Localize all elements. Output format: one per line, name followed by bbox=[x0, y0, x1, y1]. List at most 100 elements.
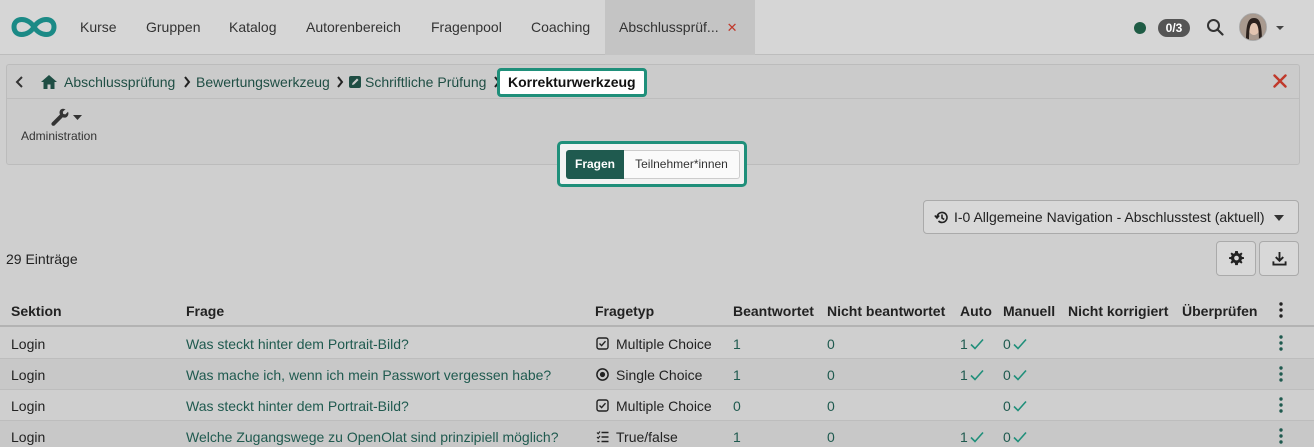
nav-item-fragenpool[interactable]: Fragenpool bbox=[431, 0, 502, 55]
cell-fragetyp: True/false bbox=[616, 429, 678, 445]
gear-icon bbox=[1229, 251, 1244, 266]
wrench-icon[interactable] bbox=[49, 107, 69, 127]
column-header-nicht-beantwortet[interactable]: Nicht beantwortet bbox=[827, 303, 945, 319]
table-row: Login Was mache ich, wenn ich mein Passwo… bbox=[0, 359, 1314, 390]
cell-frage-link[interactable]: Was steckt hinter dem Portrait-Bild? bbox=[186, 336, 409, 352]
cell-auto[interactable]: 1 bbox=[960, 336, 984, 352]
cell-beantwortet[interactable]: 0 bbox=[733, 398, 741, 414]
close-tab-icon[interactable]: ✕ bbox=[727, 20, 738, 35]
row-actions-icon[interactable] bbox=[1276, 397, 1286, 413]
cell-auto[interactable]: 1 bbox=[960, 367, 984, 383]
cell-frage-link[interactable]: Was steckt hinter dem Portrait-Bild? bbox=[186, 398, 409, 414]
nav-item-kurse[interactable]: Kurse bbox=[80, 0, 117, 55]
tab-teilnehmer[interactable]: Teilnehmer*innen bbox=[624, 150, 740, 179]
row-actions-icon[interactable] bbox=[1276, 335, 1286, 351]
cell-auto[interactable]: 1 bbox=[960, 429, 984, 445]
cell-nicht-beantwortet[interactable]: 0 bbox=[827, 367, 835, 383]
test-version-value: I-0 Allgemeine Navigation - Abschlusstes… bbox=[954, 209, 1265, 225]
cell-fragetyp: Single Choice bbox=[616, 367, 703, 383]
cell-auto-value: 1 bbox=[960, 367, 968, 383]
nav-item-autorenbereich[interactable]: Autorenbereich bbox=[306, 0, 401, 55]
cell-sektion: Login bbox=[11, 429, 46, 445]
home-icon bbox=[41, 75, 57, 89]
list-icon bbox=[596, 431, 609, 443]
check-icon bbox=[970, 369, 984, 381]
download-icon bbox=[1272, 251, 1287, 266]
edit-square-icon bbox=[349, 76, 361, 88]
column-header-frage[interactable]: Frage bbox=[186, 303, 224, 319]
nav-tab-active-label: Abschlussprüf... bbox=[619, 19, 719, 35]
column-header-beantwortet[interactable]: Beantwortet bbox=[733, 303, 814, 319]
chevron-right-icon bbox=[184, 76, 191, 88]
cell-fragetyp: Multiple Choice bbox=[616, 398, 712, 414]
administration-label[interactable]: Administration bbox=[21, 129, 97, 143]
tab-fragen[interactable]: Fragen bbox=[566, 150, 624, 179]
column-header-manuell[interactable]: Manuell bbox=[1003, 303, 1055, 319]
check-icon bbox=[970, 431, 984, 443]
breadcrumb-current-korrekturwerkzeug: Korrekturwerkzeug bbox=[497, 68, 647, 97]
cell-nicht-beantwortet[interactable]: 0 bbox=[827, 398, 835, 414]
column-header-sektion[interactable]: Sektion bbox=[11, 303, 62, 319]
cell-manuell-value: 0 bbox=[1003, 367, 1011, 383]
cell-sektion: Login bbox=[11, 336, 46, 352]
test-version-select[interactable]: I-0 Allgemeine Navigation - Abschlusstes… bbox=[923, 200, 1299, 234]
download-button[interactable] bbox=[1259, 241, 1299, 276]
view-toggle: Fragen Teilnehmer*innen bbox=[557, 141, 747, 187]
openolat-logo-icon[interactable] bbox=[8, 14, 60, 40]
notification-counter-badge[interactable]: 0/3 bbox=[1158, 19, 1190, 37]
column-header-fragetyp[interactable]: Fragetyp bbox=[595, 303, 654, 319]
table-row: Login Welche Zugangswege zu OpenOlat sind… bbox=[0, 421, 1314, 447]
chevron-down-icon[interactable] bbox=[73, 115, 82, 121]
check-icon bbox=[1013, 431, 1027, 443]
cell-manuell[interactable]: 0 bbox=[1003, 398, 1027, 414]
cell-nicht-beantwortet[interactable]: 0 bbox=[827, 429, 835, 445]
chevron-down-icon bbox=[1274, 215, 1284, 221]
check-icon bbox=[1013, 338, 1027, 350]
checkbox-icon bbox=[596, 399, 609, 412]
table-header: Sektion Frage Fragetyp Beantwortet Nicht… bbox=[0, 295, 1314, 327]
column-header-ueberpruefen[interactable]: Überprüfen bbox=[1182, 303, 1257, 319]
cell-beantwortet[interactable]: 1 bbox=[733, 367, 741, 383]
row-actions-icon[interactable] bbox=[1276, 428, 1286, 444]
cell-manuell-value: 0 bbox=[1003, 398, 1011, 414]
cell-manuell-value: 0 bbox=[1003, 336, 1011, 352]
nav-item-gruppen[interactable]: Gruppen bbox=[146, 0, 200, 55]
cell-auto-value: 1 bbox=[960, 336, 968, 352]
cell-frage-link[interactable]: Welche Zugangswege zu OpenOlat sind prin… bbox=[186, 429, 559, 445]
cell-manuell[interactable]: 0 bbox=[1003, 336, 1027, 352]
cell-sektion: Login bbox=[11, 398, 46, 414]
nav-item-katalog[interactable]: Katalog bbox=[229, 0, 276, 55]
nav-tab-active[interactable]: Abschlussprüf... ✕ bbox=[605, 0, 755, 55]
cell-manuell-value: 0 bbox=[1003, 429, 1011, 445]
cell-fragetyp: Multiple Choice bbox=[616, 336, 712, 352]
cell-nicht-beantwortet[interactable]: 0 bbox=[827, 336, 835, 352]
breadcrumb-item-bewertungswerkzeug[interactable]: Bewertungswerkzeug bbox=[196, 74, 330, 90]
check-icon bbox=[970, 338, 984, 350]
radio-icon bbox=[596, 368, 609, 381]
cell-frage-link[interactable]: Was mache ich, wenn ich mein Passwort ve… bbox=[186, 367, 551, 383]
cell-beantwortet[interactable]: 1 bbox=[733, 429, 741, 445]
close-icon[interactable] bbox=[1273, 74, 1287, 88]
cell-manuell[interactable]: 0 bbox=[1003, 367, 1027, 383]
column-header-auto[interactable]: Auto bbox=[960, 303, 992, 319]
top-navigation: Kurse Gruppen Katalog Autorenbereich Fra… bbox=[0, 0, 1314, 55]
search-icon[interactable] bbox=[1206, 18, 1224, 36]
chevron-down-icon[interactable] bbox=[1275, 25, 1285, 31]
column-header-nicht-korrigiert[interactable]: Nicht korrigiert bbox=[1068, 303, 1168, 319]
nav-item-coaching[interactable]: Coaching bbox=[531, 0, 590, 55]
cell-beantwortet[interactable]: 1 bbox=[733, 336, 741, 352]
online-status-icon bbox=[1134, 22, 1146, 34]
table-row: Login Was steckt hinter dem Portrait-Bild… bbox=[0, 328, 1314, 359]
avatar[interactable] bbox=[1239, 13, 1267, 41]
breadcrumb-item-schriftliche-pruefung[interactable]: Schriftliche Prüfung bbox=[365, 74, 486, 90]
column-options-icon[interactable] bbox=[1276, 302, 1286, 318]
breadcrumb: Abschlussprüfung Bewertungswerkzeug Schr… bbox=[7, 65, 1299, 99]
table-row: Login Was steckt hinter dem Portrait-Bild… bbox=[0, 390, 1314, 421]
cell-auto-value: 1 bbox=[960, 429, 968, 445]
row-actions-icon[interactable] bbox=[1276, 366, 1286, 382]
history-icon bbox=[934, 211, 948, 224]
cell-manuell[interactable]: 0 bbox=[1003, 429, 1027, 445]
back-arrow-icon[interactable] bbox=[15, 76, 25, 88]
breadcrumb-item-abschlusspruefung[interactable]: Abschlussprüfung bbox=[64, 74, 175, 90]
table-settings-button[interactable] bbox=[1216, 241, 1256, 276]
